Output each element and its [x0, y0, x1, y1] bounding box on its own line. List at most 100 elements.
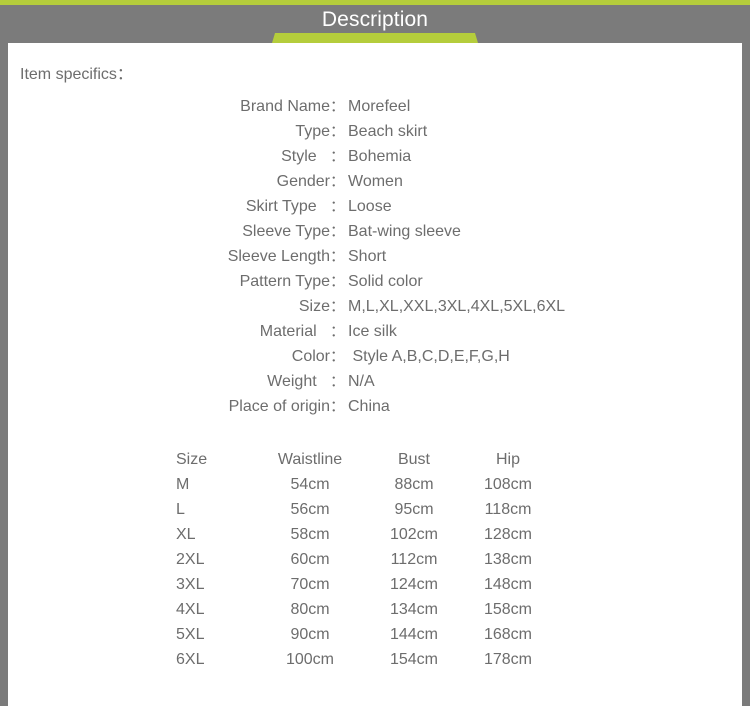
- spec-label: Material: [259, 323, 330, 340]
- spec-row: Gender： Women: [8, 170, 742, 195]
- spec-colon: ：: [330, 298, 346, 315]
- spec-label: Brand Name: [240, 98, 330, 115]
- spec-label: Skirt Type: [245, 198, 330, 215]
- spec-colon: ：: [330, 273, 346, 290]
- cell-size: XL: [176, 526, 196, 543]
- table-row: M 54cm 88cm 108cm: [176, 472, 554, 497]
- cell-waistline: 70cm: [290, 576, 330, 593]
- spec-colon: ：: [330, 123, 346, 140]
- spec-colon: ：: [330, 223, 346, 240]
- spec-row: Pattern Type： Solid color: [8, 270, 742, 295]
- table-row: 5XL 90cm 144cm 168cm: [176, 622, 554, 647]
- cell-bust: 88cm: [394, 476, 434, 493]
- header-tab-marker: [272, 33, 478, 43]
- spec-label: Gender: [276, 173, 330, 190]
- spec-row: Type： Beach skirt: [8, 120, 742, 145]
- cell-hip: 168cm: [483, 626, 533, 643]
- size-chart-header-row: Size Waistline Bust Hip: [176, 447, 554, 472]
- spec-value: Bat-wing sleeve: [348, 223, 461, 240]
- cell-hip: 148cm: [483, 576, 533, 593]
- table-row: XL 58cm 102cm 128cm: [176, 522, 554, 547]
- cell-size: 2XL: [176, 551, 205, 568]
- cell-size: 6XL: [176, 651, 205, 668]
- spec-row: Sleeve Type： Bat-wing sleeve: [8, 220, 742, 245]
- spec-colon: ：: [330, 148, 346, 165]
- spec-label: Color: [291, 348, 330, 365]
- spec-colon: ：: [330, 373, 346, 390]
- spec-label: Pattern Type: [239, 273, 330, 290]
- spec-value: Short: [348, 248, 387, 265]
- spec-colon: ：: [330, 348, 346, 365]
- spec-value: Solid color: [348, 273, 423, 290]
- cell-bust: 95cm: [394, 501, 434, 518]
- table-row: 2XL 60cm 112cm 138cm: [176, 547, 554, 572]
- column-header-waistline: Waistline: [277, 451, 343, 468]
- cell-hip: 158cm: [483, 601, 533, 618]
- size-chart-body: M 54cm 88cm 108cm L 56cm 95cm 118cm XL 58cm 102cm 1…: [176, 472, 554, 672]
- spec-value: Beach skirt: [348, 123, 428, 140]
- cell-bust: 134cm: [389, 601, 439, 618]
- cell-bust: 154cm: [389, 651, 439, 668]
- cell-hip: 128cm: [483, 526, 533, 543]
- spec-row: Color： Style A,B,C,D,E,F,G,H: [8, 345, 742, 370]
- spec-row: Skirt Type ： Loose: [8, 195, 742, 220]
- cell-size: L: [176, 501, 185, 518]
- item-specifics-heading: Item specifics：: [20, 66, 133, 83]
- spec-label: Place of origin: [228, 398, 330, 415]
- spec-value: Women: [348, 173, 403, 190]
- cell-waistline: 90cm: [290, 626, 330, 643]
- size-chart-table: Size Waistline Bust Hip M 54cm 88cm 108cm L 5…: [176, 447, 554, 672]
- table-row: 4XL 80cm 134cm 158cm: [176, 597, 554, 622]
- description-content-card: Item specifics： Brand Name： Morefeel Type：…: [8, 43, 742, 706]
- column-header-size: Size: [176, 451, 208, 468]
- spec-label: Size: [298, 298, 330, 315]
- spec-value: Style A,B,C,D,E,F,G,H: [348, 348, 510, 365]
- cell-bust: 112cm: [390, 551, 438, 568]
- spec-row: Place of origin： China: [8, 395, 742, 420]
- cell-hip: 118cm: [484, 501, 532, 518]
- cell-waistline: 54cm: [290, 476, 330, 493]
- spec-colon: ：: [330, 173, 346, 190]
- spec-value: Loose: [348, 198, 392, 215]
- table-row: 3XL 70cm 124cm 148cm: [176, 572, 554, 597]
- cell-bust: 102cm: [389, 526, 439, 543]
- spec-row: Size： M,L,XL,XXL,3XL,4XL,5XL,6XL: [8, 295, 742, 320]
- cell-hip: 138cm: [483, 551, 533, 568]
- spec-colon: ：: [330, 398, 346, 415]
- cell-waistline: 58cm: [290, 526, 330, 543]
- cell-waistline: 56cm: [290, 501, 330, 518]
- cell-hip: 178cm: [483, 651, 533, 668]
- cell-hip: 108cm: [483, 476, 533, 493]
- cell-bust: 144cm: [389, 626, 439, 643]
- cell-size: 3XL: [176, 576, 205, 593]
- table-row: 6XL 100cm 154cm 178cm: [176, 647, 554, 672]
- spec-value: N/A: [348, 373, 375, 390]
- size-chart-head: Size Waistline Bust Hip: [176, 447, 554, 472]
- column-header-bust: Bust: [397, 451, 430, 468]
- table-row: L 56cm 95cm 118cm: [176, 497, 554, 522]
- cell-size: M: [176, 476, 190, 493]
- spec-label: Sleeve Length: [227, 248, 330, 265]
- page-title: Description: [321, 8, 429, 31]
- specifications-list: Brand Name： Morefeel Type： Beach skirt Style…: [8, 95, 742, 420]
- cell-size: 4XL: [176, 601, 205, 618]
- cell-size: 5XL: [176, 626, 205, 643]
- spec-row: Brand Name： Morefeel: [8, 95, 742, 120]
- spec-label: Style: [281, 148, 330, 165]
- spec-value: Bohemia: [348, 148, 412, 165]
- cell-waistline: 100cm: [285, 651, 335, 668]
- spec-colon: ：: [330, 248, 346, 265]
- spec-value: Ice silk: [348, 323, 397, 340]
- column-header-hip: Hip: [495, 451, 520, 468]
- spec-row: Style ： Bohemia: [8, 145, 742, 170]
- spec-row: Material ： Ice silk: [8, 320, 742, 345]
- spec-colon: ：: [330, 198, 346, 215]
- spec-label: Type: [295, 123, 330, 140]
- spec-row: Weight ： N/A: [8, 370, 742, 395]
- spec-label: Weight: [267, 373, 330, 390]
- spec-colon: ：: [330, 323, 346, 340]
- spec-value: Morefeel: [348, 98, 411, 115]
- cell-bust: 124cm: [389, 576, 439, 593]
- product-description-page: Description Item specifics： Brand Name： M…: [0, 0, 750, 706]
- spec-colon: ：: [330, 98, 346, 115]
